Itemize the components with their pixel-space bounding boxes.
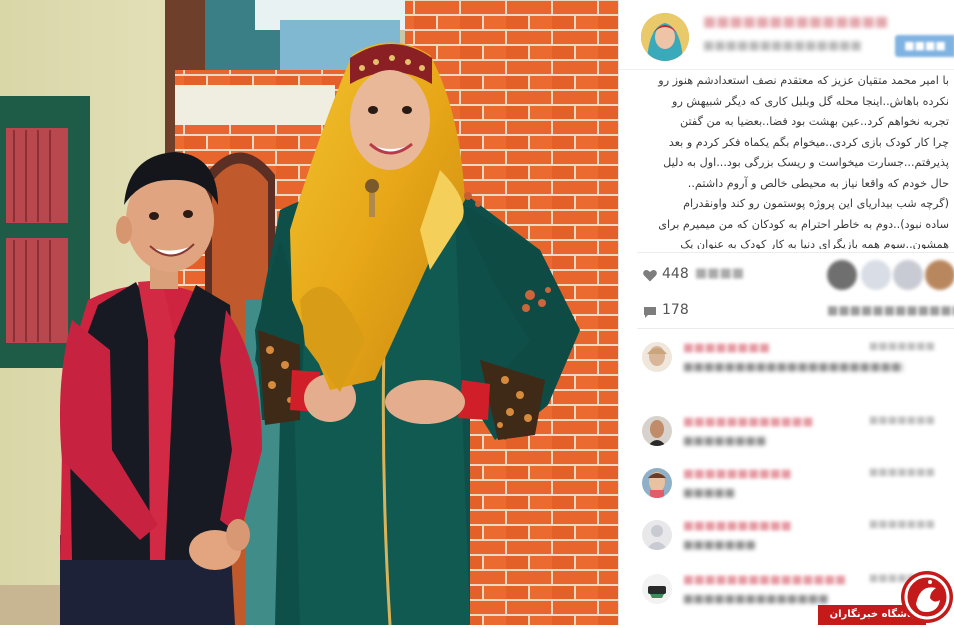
liker-avatar[interactable]: [827, 260, 857, 290]
caption-line: (گرچه شب بیداریای این پروژه پوستمون رو ک…: [683, 197, 949, 210]
divider: [637, 328, 954, 329]
brand-logo: [900, 570, 954, 624]
commenter-avatar[interactable]: [642, 416, 672, 446]
liker-avatars: [827, 260, 954, 290]
divider: [637, 252, 954, 253]
post-photo: [0, 0, 618, 625]
post-header: ■■■■■■■■■■■■■■ ■■■■■■■■■■■■■■ ■■■■: [619, 0, 954, 70]
commenter-username[interactable]: ■■■■■■■■■■■■: [683, 414, 813, 428]
liker-avatar[interactable]: [861, 260, 891, 290]
comment-item: ■■■■■■■■ ■■■■■■■ ■■■■■■■■■■■■■■■■■■■■■■: [637, 336, 954, 386]
news-watermark: باشگاه خبرنگاران: [818, 570, 954, 625]
commenter-avatar[interactable]: [642, 342, 672, 372]
post-caption: با امیر محمد متقیان عزیز که معتقدم نصف ا…: [627, 70, 949, 249]
caption-line: حال خودم که واقعا نیاز به محیطی خالص و آ…: [687, 176, 949, 190]
liker-avatar[interactable]: [925, 260, 954, 290]
commenter-avatar[interactable]: [642, 468, 672, 498]
comment-icon[interactable]: [643, 304, 657, 323]
author-username[interactable]: ■■■■■■■■■■■■■■: [703, 14, 888, 30]
heart-icon[interactable]: [643, 267, 657, 286]
caption-line: تجربه نخواهم کرد..عین بهشت بود فضا..بعضی…: [680, 115, 949, 128]
caption-line: همشون..سوم همه بازیگرای دنیا به کار کودک…: [680, 238, 949, 249]
comment-text: ■■■■■■■: [683, 538, 756, 551]
commenter-username[interactable]: ■■■■■■■■: [683, 340, 770, 354]
comment-text: ■■■■■■■■: [683, 434, 767, 447]
comment-time: ■■■■■■■: [868, 467, 935, 478]
caption-line: چرا کار کودک بازی کردی..میخوام بگم یکماه…: [668, 135, 949, 149]
caption-line: با امیر محمد متقیان عزیز که معتقدم نصف ا…: [658, 74, 949, 87]
comment-text: ■■■■■: [683, 486, 735, 499]
comment-item: ■■■■■■■■■■■■ ■■■■■■■ ■■■■■■■■: [637, 410, 954, 460]
comment-text: ■■■■■■■■■■■■■■■■■■■■■■: [683, 360, 903, 373]
comments-row: 178 ■■■■■■■■■■■■: [637, 298, 954, 324]
show-all-comments-link[interactable]: ■■■■■■■■■■■■: [827, 303, 954, 317]
likes-label: ■■■■: [695, 266, 745, 281]
post-sidebar: ■■■■■■■■■■■■■■ ■■■■■■■■■■■■■■ ■■■■ با ام…: [618, 0, 954, 625]
commenter-username[interactable]: ■■■■■■■■■■: [683, 466, 792, 480]
post-timestamp: ■■■■■■■■■■■■■■: [703, 38, 862, 52]
author-avatar[interactable]: [641, 13, 689, 61]
commenter-avatar[interactable]: [642, 520, 672, 550]
commenter-avatar[interactable]: [642, 574, 672, 604]
comment-time: ■■■■■■■: [868, 519, 935, 530]
caption-line: پذیرفتم...جسارت میخواست و ریسک بزرگی بود…: [663, 156, 949, 169]
comment-time: ■■■■■■■: [868, 415, 935, 426]
caption-line: ساده نبود)..دوم به خاطر احترام به کودکان…: [658, 217, 949, 231]
commenter-username[interactable]: ■■■■■■■■■■: [683, 518, 792, 532]
likes-row: 448 ■■■■: [637, 260, 954, 290]
follow-button[interactable]: ■■■■: [895, 35, 954, 57]
caption-line: نکرده باهاش..اینجا محله گل وبلبل کاری که…: [672, 94, 949, 108]
liker-avatar[interactable]: [893, 260, 923, 290]
comment-time: ■■■■■■■: [868, 341, 935, 352]
likes-count[interactable]: 448: [662, 266, 689, 282]
comment-item: ■■■■■■■■■■ ■■■■■■■ ■■■■■: [637, 462, 954, 512]
comments-count[interactable]: 178: [662, 302, 689, 318]
comment-item: ■■■■■■■■■■ ■■■■■■■ ■■■■■■■: [637, 514, 954, 564]
